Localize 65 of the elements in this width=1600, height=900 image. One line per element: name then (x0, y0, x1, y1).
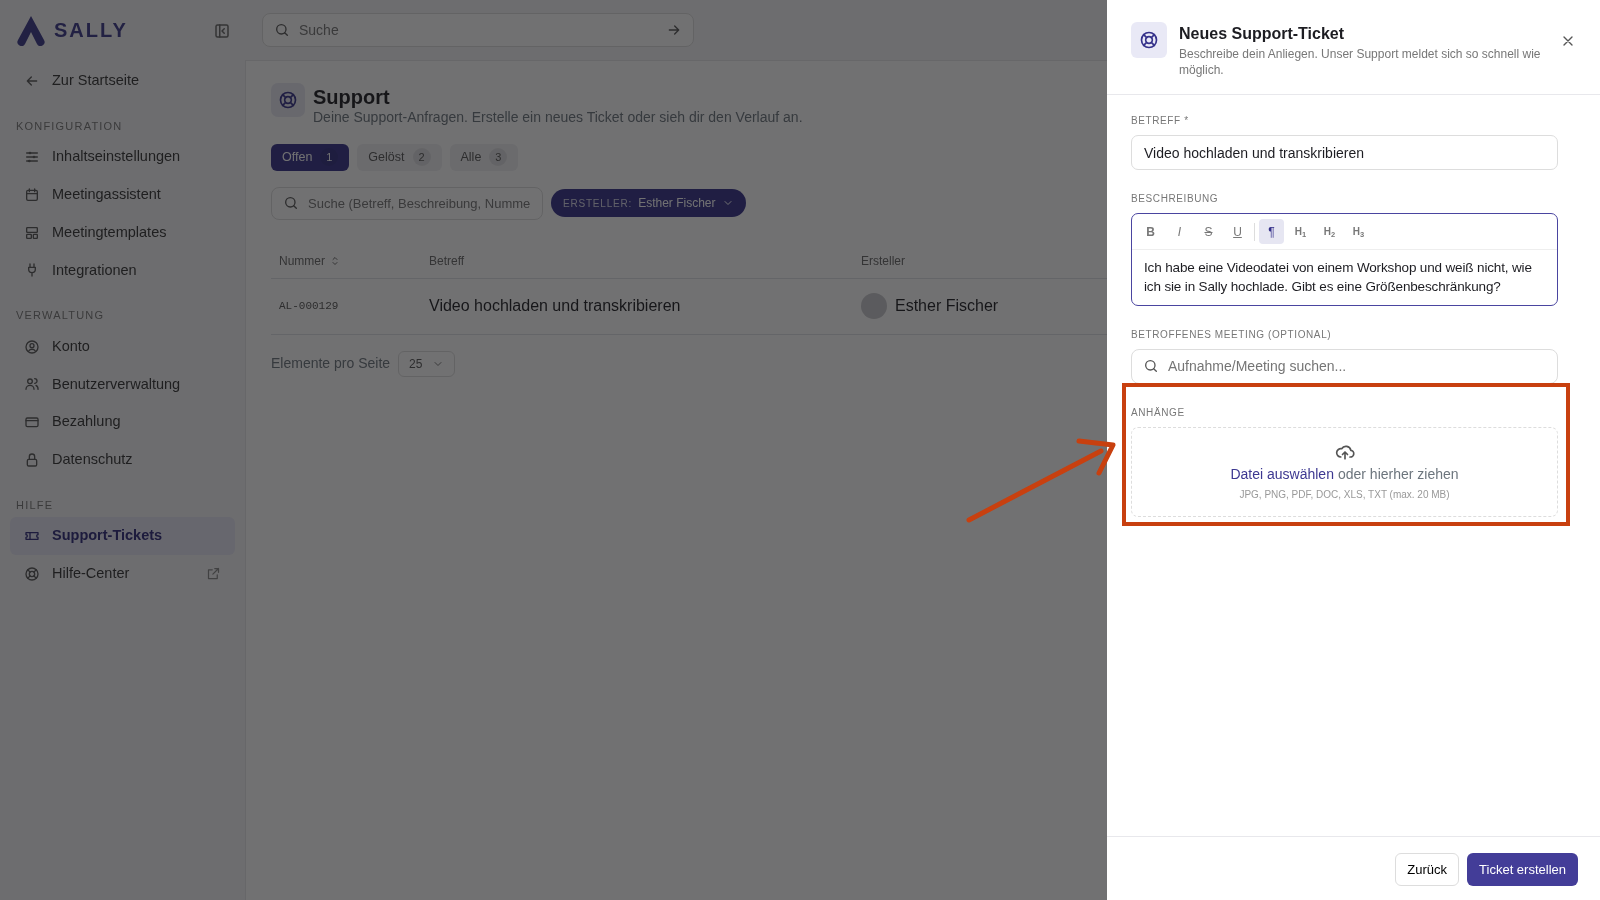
lock-icon (24, 451, 40, 468)
filter-chip[interactable]: ERSTELLER: Esther Fischer (551, 189, 746, 218)
field-label: BETROFFENES MEETING (OPTIONAL) (1131, 327, 1333, 342)
format-button[interactable]: B (1138, 219, 1163, 245)
sort-icon (329, 254, 341, 267)
sidebar-item[interactable]: Meetingassistent (10, 176, 235, 214)
table-cell-text: AL-000129 (279, 299, 339, 314)
sidebar-item[interactable]: Inhaltseinstellungen (10, 138, 235, 176)
lifebuoy-icon (24, 565, 40, 582)
table-cell-text: Esther Fischer (895, 296, 999, 317)
format-button[interactable]: U (1225, 219, 1250, 245)
arrow-right-icon (666, 22, 682, 38)
lifebuoy-icon (1139, 30, 1159, 50)
column-header[interactable]: Nummer (279, 251, 325, 270)
file-types-hint: JPG, PNG, PDF, DOC, XLS, TXT (max. 20 MB) (1239, 487, 1450, 502)
sidebar-item[interactable]: Meetingtemplates (10, 213, 235, 252)
format-button[interactable]: ¶ (1259, 219, 1284, 245)
layout-icon (24, 224, 40, 241)
field-label: ANHÄNGE (1131, 405, 1186, 420)
users-icon (24, 376, 40, 393)
format-button[interactable]: I (1167, 219, 1192, 245)
logo-text: SALLY (54, 18, 128, 43)
back-link[interactable]: Zur Startseite (10, 62, 235, 100)
upload-instruction: oder hierher ziehen (1337, 464, 1459, 484)
back-button[interactable]: Zurück (1395, 852, 1460, 886)
panel-icon (213, 21, 231, 40)
create-button[interactable]: Ticket erstellen (1467, 852, 1578, 886)
text-editor[interactable]: B I S U ¶ H$_{1}$ H$_{2}$ H$_{3}$ Ich habe eine Videodatei von einem Workshop und weiß nicht, wie ich sie in Sally hochlade. Gibt es eine Größenbeschränkung? (1131, 213, 1558, 306)
sidebar-item[interactable]: Konto (10, 327, 235, 366)
search-field[interactable]: Aufnahme/Meeting suchen... (1131, 348, 1558, 384)
upload-dropzone[interactable]: Datei auswählen oder hierher ziehen JPG, PNG, PDF, DOC, XLS, TXT (max. 20 MB) (1131, 426, 1558, 517)
sidebar-item[interactable]: Datenschutz (10, 441, 235, 479)
search-icon (274, 22, 290, 38)
page-size-label: Elemente pro Seite (271, 354, 391, 374)
sidebar-item[interactable]: Support-Tickets (10, 517, 235, 555)
filter-tab[interactable]: Alle 3 (449, 144, 519, 171)
table-cell-text: Video hochladen und transkribieren (429, 296, 681, 317)
logo-icon (14, 14, 48, 46)
text-field[interactable]: Video hochladen und transkribieren (1131, 135, 1558, 171)
column-header: Ersteller (861, 252, 905, 270)
page-subtitle: Deine Support-Anfragen. Erstelle ein neues Ticket oder sieh dir den Verlauf an. (313, 108, 803, 127)
format-button[interactable]: S (1196, 219, 1221, 245)
format-button[interactable]: H$_{1}$ (1288, 219, 1313, 245)
sidebar-item[interactable]: Benutzerverwaltung (10, 365, 235, 404)
editor-text: Ich habe eine Videodatei von einem Workshop und weiß nicht, wie ich sie in Sally hochlade. Gibt es eine Größenbeschränkung? (1143, 259, 1533, 296)
page-title: Support (313, 87, 391, 107)
field-label: BETREFF * (1131, 114, 1190, 129)
drawer-subtitle: Beschreibe dein Anliegen. Unser Support meldet sich so schnell wie möglich. (1179, 46, 1542, 79)
sidebar-item[interactable]: Bezahlung (10, 403, 235, 441)
field-label: BESCHREIBUNG (1131, 192, 1220, 207)
search-icon (283, 195, 299, 212)
calendar-icon (24, 186, 40, 203)
sidebar-item[interactable]: Hilfe-Center (10, 555, 235, 593)
file-select-link[interactable]: Datei auswählen (1230, 463, 1334, 485)
format-button[interactable]: H$_{2}$ (1317, 219, 1342, 245)
lifebuoy-icon (278, 90, 298, 110)
page-size-select[interactable]: 25 (398, 350, 456, 377)
filter-tab[interactable]: Offen 1 (271, 144, 350, 171)
search-icon (1143, 358, 1159, 375)
sidebar-item[interactable]: Integrationen (10, 251, 235, 290)
drawer-title: Neues Support-Ticket (1179, 24, 1346, 44)
column-header: Betreff (429, 252, 465, 270)
external-link-icon (206, 566, 221, 582)
format-button[interactable]: H$_{3}$ (1346, 219, 1371, 245)
user-circle-icon (24, 338, 40, 355)
